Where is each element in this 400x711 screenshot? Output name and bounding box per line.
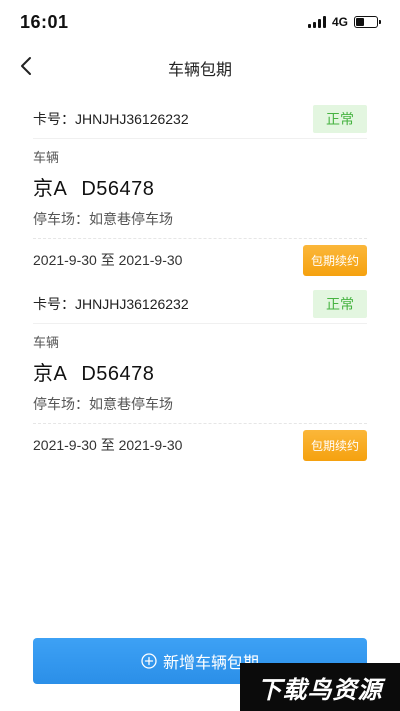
plate-prefix: 京A [33, 178, 68, 200]
vehicle-label: 车辆 [33, 335, 60, 350]
card-number: 卡号：JHNJHJ36126232 [33, 110, 189, 127]
page: 16:01 4G 车辆包期 卡号：JHNJHJ36126232 正常 车辆 京A… [0, 0, 400, 711]
plate-prefix: 京A [33, 363, 68, 385]
status-time: 16:01 [20, 11, 69, 32]
plate-digits: D56478 [81, 363, 155, 385]
renew-button[interactable]: 包期续约 [302, 244, 367, 276]
card-footer: 2021-9-30 至 2021-9-30 包期续约 [33, 239, 367, 281]
date-range: 2021-9-30 至 2021-9-30 [33, 437, 183, 453]
parking-lot: 停车场：如意巷停车场 [33, 394, 367, 424]
renew-button[interactable]: 包期续约 [302, 429, 367, 461]
nav-bar: 车辆包期 [0, 44, 400, 88]
card-number: 卡号：JHNJHJ36126232 [33, 295, 189, 312]
package-card: 卡号：JHNJHJ36126232 正常 车辆 京A D56478 停车场：如意巷… [33, 284, 367, 466]
parking-lot: 停车场：如意巷停车场 [33, 209, 367, 239]
plate-number: 京A D56478 [33, 357, 367, 386]
plate-number: 京A D56478 [33, 172, 367, 201]
status-bar: 16:01 4G [0, 0, 400, 44]
watermark-logo: 下载鸟资源 [240, 663, 400, 711]
package-card: 卡号：JHNJHJ36126232 正常 车辆 京A D56478 停车场：如意巷… [33, 99, 367, 281]
card-header: 卡号：JHNJHJ36126232 正常 [33, 99, 367, 139]
page-title: 车辆包期 [167, 62, 232, 79]
plus-circle-icon [141, 653, 157, 669]
card-footer: 2021-9-30 至 2021-9-30 包期续约 [33, 424, 367, 466]
network-type: 4G [331, 15, 348, 29]
plate-digits: D56478 [81, 178, 155, 200]
battery-icon [354, 16, 381, 28]
status-badge: 正常 [313, 104, 367, 133]
status-badge: 正常 [313, 289, 367, 318]
vehicle-label: 车辆 [33, 150, 60, 165]
date-range: 2021-9-30 至 2021-9-30 [33, 252, 183, 268]
signal-icon [307, 16, 326, 28]
card-header: 卡号：JHNJHJ36126232 正常 [33, 284, 367, 324]
battery-level [356, 18, 364, 26]
status-indicators: 4G [307, 15, 381, 29]
